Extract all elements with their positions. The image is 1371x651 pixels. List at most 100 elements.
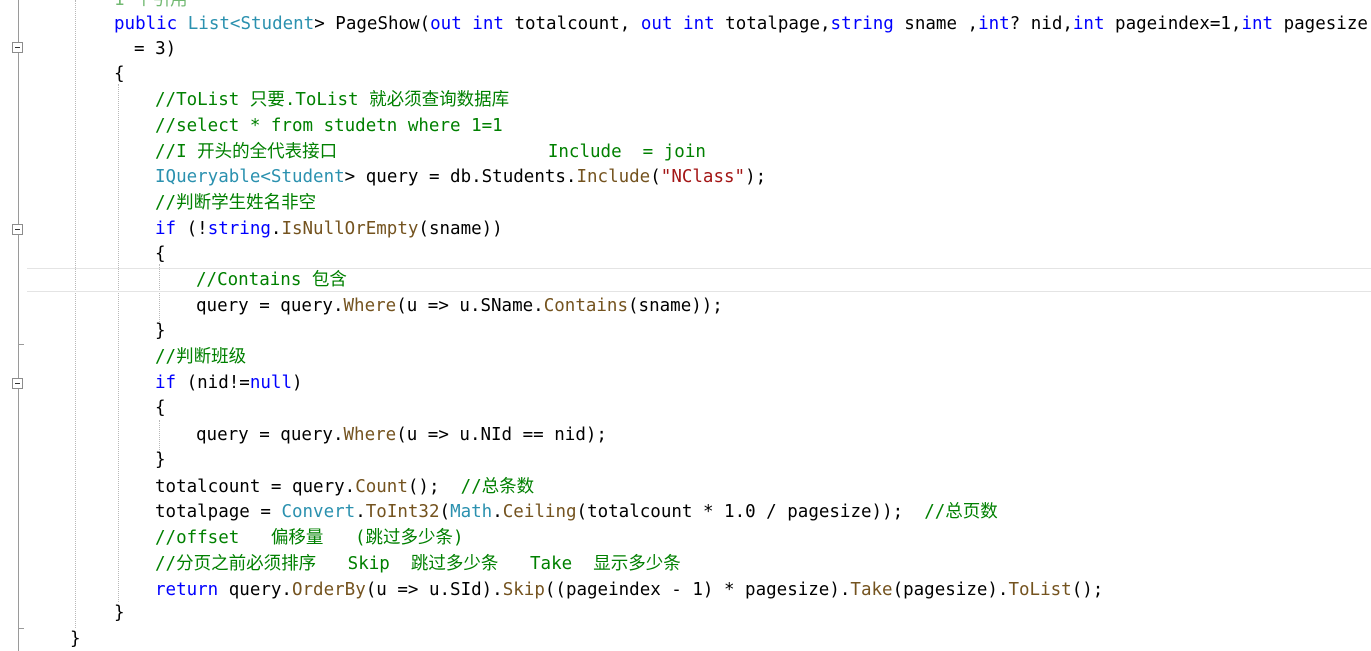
code-line[interactable]: query = query.Where(u => u.SName.Contain… — [196, 294, 723, 318]
code-line[interactable]: } — [155, 448, 166, 472]
code-token: string — [830, 14, 894, 34]
code-token: (); — [1071, 580, 1104, 600]
code-token: //I 开头的全代表接口 Include = join — [155, 142, 706, 162]
code-token: //offset 偏移量 (跳过多少条) — [155, 528, 464, 548]
code-token: "NClass" — [660, 167, 746, 187]
code-token: (u => u.SId). — [365, 580, 503, 600]
comment-line[interactable]: //ToList 只要.ToList 就必须查询数据库 — [155, 88, 509, 112]
code-token: query. — [218, 580, 292, 600]
code-token: IsNullOrEmpty — [281, 219, 419, 239]
code-token: Count — [355, 477, 408, 497]
code-token: > PageShow( — [314, 14, 431, 34]
code-token: (! — [176, 219, 208, 239]
code-token: sname , — [893, 14, 979, 34]
code-token: { — [114, 64, 125, 84]
method-signature-line[interactable]: public List<Student> PageShow(out int to… — [114, 12, 1368, 36]
code-token: int — [472, 14, 504, 34]
code-line[interactable]: { — [155, 242, 166, 266]
code-token: < — [260, 167, 271, 187]
code-token: Student — [270, 167, 345, 187]
code-token: Math — [450, 502, 493, 522]
code-token: } — [70, 629, 81, 649]
code-token: int — [978, 14, 1010, 34]
code-line[interactable]: totalcount = query.Count(); //总条数 — [155, 475, 534, 499]
code-token: (pagesize). — [892, 580, 1009, 600]
code-token: Student — [240, 14, 315, 34]
code-token: //ToList 只要.ToList 就必须查询数据库 — [155, 90, 510, 110]
comment-line[interactable]: //offset 偏移量 (跳过多少条) — [155, 526, 464, 550]
code-token: return — [155, 580, 219, 600]
comment-line[interactable]: //I 开头的全代表接口 Include = join — [155, 140, 706, 164]
code-token: = 3) — [134, 39, 177, 59]
code-line[interactable]: query = query.Where(u => u.NId == nid); — [196, 423, 607, 447]
code-token: < — [229, 14, 241, 34]
code-token: pagesize — [1273, 14, 1368, 34]
code-token: int — [1072, 14, 1105, 34]
code-editor[interactable]: 1 个引用 public List<Student> PageShow(out … — [0, 0, 1371, 651]
code-token: pageindex=1, — [1104, 14, 1242, 34]
code-token: (sname)) — [418, 219, 503, 239]
comment-line[interactable]: //判断班级 — [155, 345, 246, 369]
code-token: totalcount, — [503, 14, 641, 34]
code-token: totalpage = — [155, 502, 282, 522]
code-token: //判断班级 — [155, 347, 247, 367]
code-line[interactable]: totalpage = Convert.ToInt32(Math.Ceiling… — [155, 500, 998, 524]
code-token: //select * from studetn where 1=1 — [155, 116, 503, 136]
code-token: { — [155, 398, 166, 418]
code-token: Include — [576, 167, 651, 187]
code-token: . — [270, 219, 282, 239]
comment-line[interactable]: //select * from studetn where 1=1 — [155, 114, 503, 138]
code-token: } — [114, 603, 125, 623]
code-token: //判断学生姓名非空 — [155, 193, 317, 213]
code-token: (nid!= — [176, 373, 250, 393]
code-line[interactable]: { — [114, 62, 125, 86]
code-token: ( — [439, 502, 451, 522]
code-token: (totalcount * 1.0 / pagesize)); — [576, 502, 925, 522]
code-line[interactable]: = 3) — [134, 37, 176, 61]
code-token: ( — [650, 167, 661, 187]
code-line[interactable]: } — [155, 319, 166, 343]
code-line[interactable]: if (nid!=null) — [155, 371, 303, 395]
code-token: null — [249, 373, 292, 393]
comment-line[interactable]: //判断学生姓名非空 — [155, 191, 316, 215]
code-token: //分页之前必须排序 Skip 跳过多少条 Take 显示多少条 — [155, 554, 681, 574]
code-token: int — [683, 14, 715, 34]
code-token: if — [155, 219, 177, 239]
code-token: //总页数 — [924, 502, 998, 522]
code-token: //总条数 — [460, 477, 535, 497]
reference-count-lens[interactable]: 1 个引用 — [114, 0, 188, 12]
code-token: 1 个引用 — [114, 0, 188, 10]
code-token: //Contains 包含 — [196, 270, 347, 290]
code-token: ) — [292, 373, 303, 393]
comment-line[interactable]: //分页之前必须排序 Skip 跳过多少条 Take 显示多少条 — [155, 552, 681, 576]
code-token: } — [155, 321, 166, 341]
comment-line[interactable]: //Contains 包含 — [196, 268, 347, 292]
code-token: ((pageindex - 1) * pagesize). — [544, 580, 851, 600]
code-token: Where — [343, 296, 397, 316]
code-token: (u => u.SName. — [396, 296, 544, 316]
code-token: query = query. — [196, 296, 344, 316]
code-line[interactable]: IQueryable<Student> query = db.Students.… — [155, 165, 766, 189]
code-token: . — [492, 502, 503, 522]
code-token: int — [1241, 14, 1274, 34]
code-token: { — [155, 244, 166, 264]
code-token: (sname)); — [628, 296, 723, 316]
code-token: Contains — [543, 296, 629, 316]
code-line[interactable]: { — [155, 396, 166, 420]
code-token: } — [155, 450, 166, 470]
code-line[interactable]: if (!string.IsNullOrEmpty(sname)) — [155, 217, 503, 241]
code-line[interactable]: } — [114, 601, 125, 625]
code-token: Where — [343, 425, 397, 445]
code-token: out — [430, 14, 462, 34]
code-token: Skip — [502, 580, 545, 600]
code-token: List — [187, 14, 230, 34]
code-line[interactable]: return query.OrderBy(u => u.SId).Skip((p… — [155, 578, 1103, 602]
code-line[interactable]: } — [70, 627, 81, 651]
code-token: if — [155, 373, 177, 393]
code-token: > query = db.Students. — [344, 167, 577, 187]
code-token: ? nid, — [1009, 14, 1073, 34]
code-token: (u => u.NId == nid); — [396, 425, 607, 445]
